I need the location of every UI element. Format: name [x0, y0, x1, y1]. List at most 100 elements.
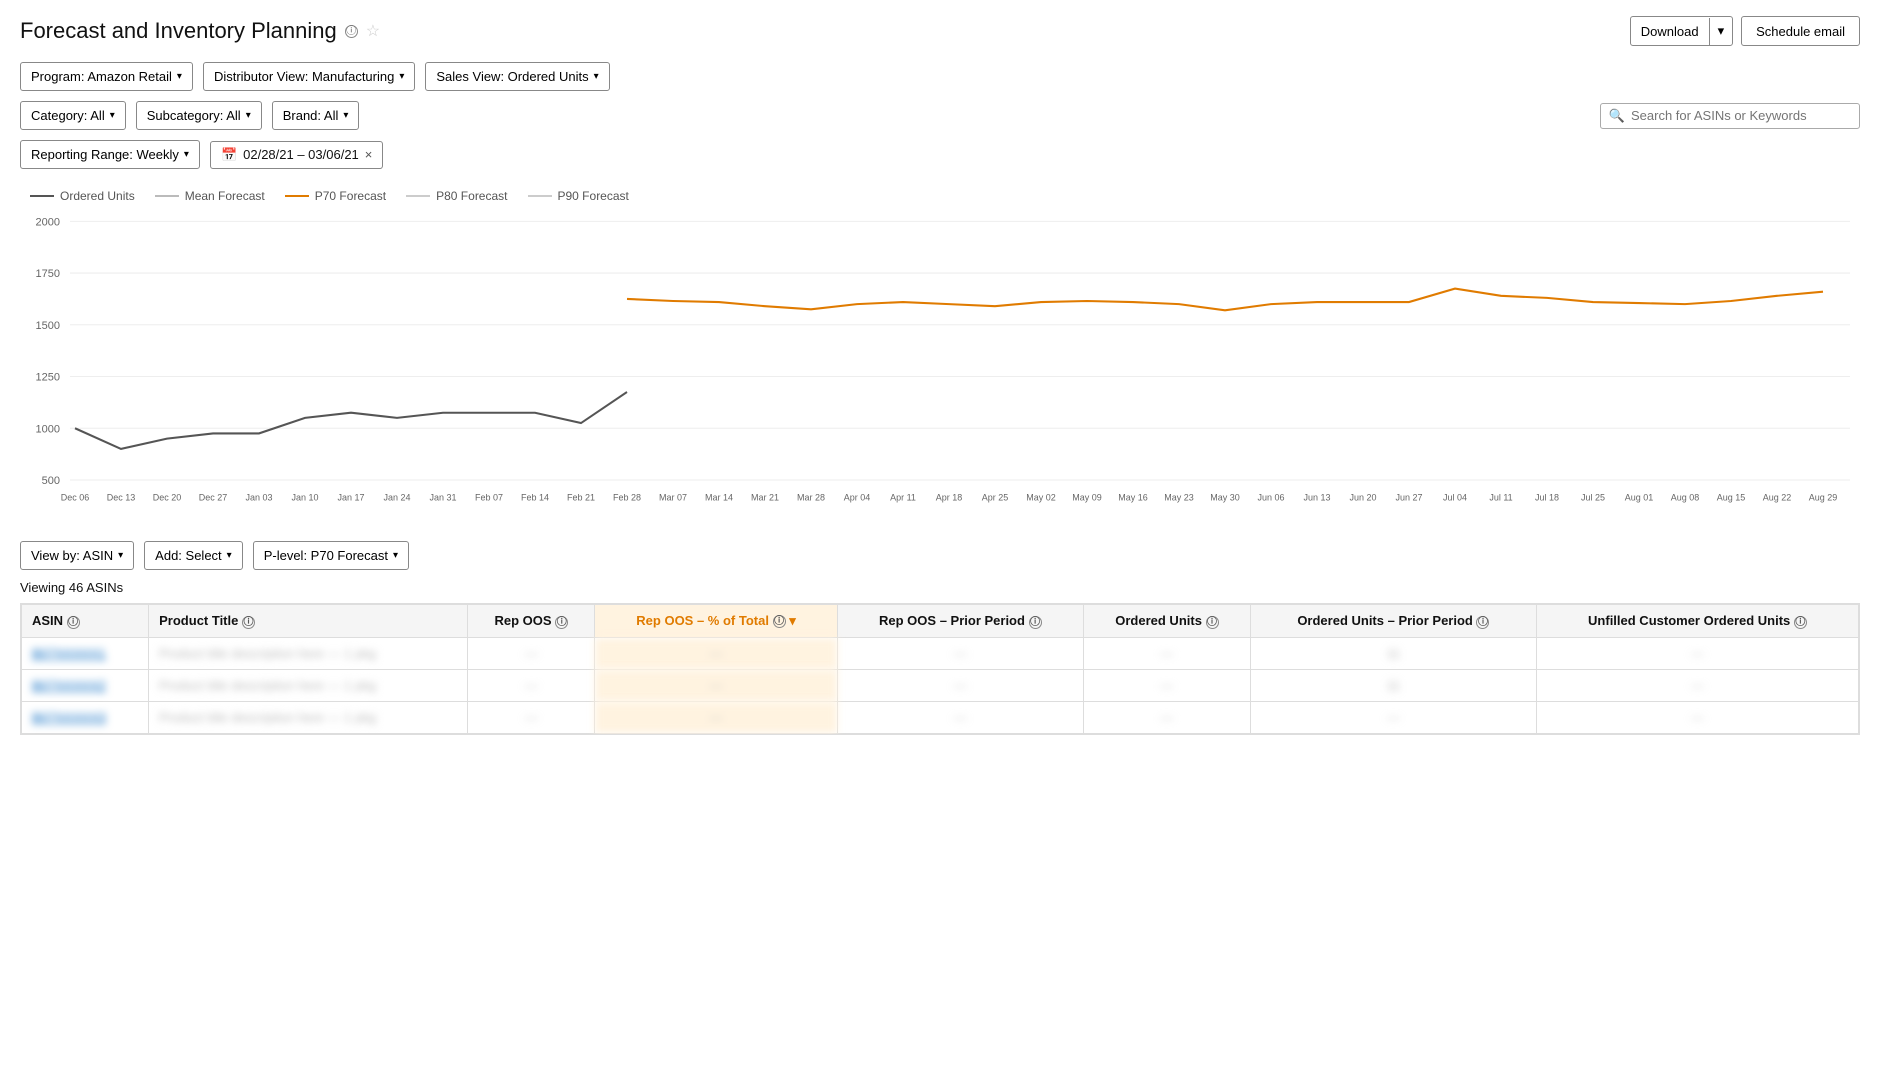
svg-text:Apr 25: Apr 25	[982, 493, 1008, 503]
col-header-rep-oos-pct: Rep OOS – % of Total ⓘ ▾	[595, 605, 837, 638]
svg-text:Dec 06: Dec 06	[61, 493, 89, 503]
svg-text:Feb 21: Feb 21	[567, 493, 595, 503]
col-header-ordered-units-prior: Ordered Units – Prior Period ⓘ	[1250, 605, 1536, 638]
legend-line-mean-forecast	[155, 195, 179, 197]
rep-oos-pct-info-icon[interactable]: ⓘ	[773, 615, 786, 628]
chart-svg: 2000 1750 1500 1250 1000 500 Dec 06 Dec …	[20, 211, 1860, 511]
plevel-caret: ▾	[393, 550, 398, 561]
svg-text:Aug 15: Aug 15	[1717, 493, 1745, 503]
asin-link[interactable]: B07XXXXX2	[32, 678, 106, 693]
ordered-units-prior-cell: 11	[1250, 638, 1536, 670]
plevel-label: P-level: P70 Forecast	[264, 548, 388, 563]
rep-oos-cell: —	[468, 638, 595, 670]
rep-oos-pct-sort-icon[interactable]: ▾	[789, 613, 796, 628]
legend-item-mean-forecast: Mean Forecast	[155, 189, 265, 203]
legend-line-p70-forecast	[285, 195, 309, 197]
date-range-pill[interactable]: 📅 02/28/21 – 03/06/21 ×	[210, 141, 383, 169]
svg-text:Jan 10: Jan 10	[292, 493, 319, 503]
title-info-icon[interactable]: ⓘ	[345, 25, 358, 38]
brand-filter[interactable]: Brand: All ▾	[272, 101, 360, 130]
unfilled-cell: —	[1536, 702, 1858, 734]
title-star-icon[interactable]: ☆	[366, 21, 380, 41]
legend-label-p70-forecast: P70 Forecast	[315, 189, 386, 203]
chart-area: 2000 1750 1500 1250 1000 500 Dec 06 Dec …	[20, 211, 1860, 511]
download-button[interactable]: Download ▾	[1630, 16, 1733, 46]
category-filter[interactable]: Category: All ▾	[20, 101, 126, 130]
program-filter[interactable]: Program: Amazon Retail ▾	[20, 62, 193, 91]
plevel-filter[interactable]: P-level: P70 Forecast ▾	[253, 541, 409, 570]
svg-text:May 30: May 30	[1210, 493, 1239, 503]
ordered-units-info-icon[interactable]: ⓘ	[1206, 616, 1219, 629]
svg-text:1750: 1750	[36, 268, 60, 280]
distributor-filter-label: Distributor View: Manufacturing	[214, 69, 394, 84]
add-caret: ▾	[227, 550, 232, 561]
asin-link[interactable]: B07XXXXX3	[32, 710, 106, 725]
svg-text:Mar 14: Mar 14	[705, 493, 733, 503]
download-arrow-icon[interactable]: ▾	[1710, 17, 1733, 45]
legend-line-ordered-units	[30, 195, 54, 197]
svg-text:Jun 06: Jun 06	[1258, 493, 1285, 503]
distributor-filter-caret: ▾	[399, 71, 404, 82]
program-filter-label: Program: Amazon Retail	[31, 69, 172, 84]
svg-text:Jan 17: Jan 17	[338, 493, 365, 503]
svg-text:2000: 2000	[36, 216, 60, 228]
svg-text:Jan 03: Jan 03	[246, 493, 273, 503]
rep-oos-prior-cell: —	[837, 670, 1083, 702]
product-title-info-icon[interactable]: ⓘ	[242, 616, 255, 629]
unfilled-info-icon[interactable]: ⓘ	[1794, 616, 1807, 629]
subcategory-filter-label: Subcategory: All	[147, 108, 241, 123]
bottom-controls: View by: ASIN ▾ Add: Select ▾ P-level: P…	[20, 541, 1860, 570]
svg-text:Feb 28: Feb 28	[613, 493, 641, 503]
legend-line-p80-forecast	[406, 195, 430, 197]
svg-text:Dec 13: Dec 13	[107, 493, 135, 503]
date-range-clear-icon[interactable]: ×	[365, 147, 373, 162]
asin-link[interactable]: B07XXXXX1	[32, 646, 106, 661]
sales-filter-caret: ▾	[594, 71, 599, 82]
view-by-filter[interactable]: View by: ASIN ▾	[20, 541, 134, 570]
sales-filter-label: Sales View: Ordered Units	[436, 69, 588, 84]
schedule-email-button[interactable]: Schedule email	[1741, 16, 1860, 46]
legend-item-p90-forecast: P90 Forecast	[528, 189, 629, 203]
ordered-units-cell: —	[1083, 638, 1250, 670]
svg-text:Aug 08: Aug 08	[1671, 493, 1699, 503]
svg-text:Feb 14: Feb 14	[521, 493, 549, 503]
rep-oos-prior-info-icon[interactable]: ⓘ	[1029, 616, 1042, 629]
ordered-units-prior-cell: —	[1250, 702, 1536, 734]
reporting-range-filter[interactable]: Reporting Range: Weekly ▾	[20, 140, 200, 169]
svg-text:May 09: May 09	[1072, 493, 1101, 503]
ordered-units-prior-info-icon[interactable]: ⓘ	[1476, 616, 1489, 629]
calendar-icon: 📅	[221, 147, 237, 163]
legend-item-p70-forecast: P70 Forecast	[285, 189, 386, 203]
legend-line-p90-forecast	[528, 195, 552, 197]
legend-label-mean-forecast: Mean Forecast	[185, 189, 265, 203]
svg-text:Jul 25: Jul 25	[1581, 493, 1605, 503]
search-input[interactable]	[1631, 108, 1851, 123]
chart-legend: Ordered Units Mean Forecast P70 Forecast…	[20, 189, 1860, 203]
sales-filter[interactable]: Sales View: Ordered Units ▾	[425, 62, 609, 91]
add-filter[interactable]: Add: Select ▾	[144, 541, 243, 570]
distributor-filter[interactable]: Distributor View: Manufacturing ▾	[203, 62, 415, 91]
ordered-units-cell: —	[1083, 670, 1250, 702]
svg-text:Aug 22: Aug 22	[1763, 493, 1791, 503]
legend-item-p80-forecast: P80 Forecast	[406, 189, 507, 203]
svg-text:Jun 20: Jun 20	[1350, 493, 1377, 503]
svg-text:Jul 04: Jul 04	[1443, 493, 1467, 503]
svg-text:Jun 27: Jun 27	[1396, 493, 1423, 503]
col-header-ordered-units: Ordered Units ⓘ	[1083, 605, 1250, 638]
category-filter-label: Category: All	[31, 108, 105, 123]
rep-oos-info-icon[interactable]: ⓘ	[555, 616, 568, 629]
svg-text:Apr 11: Apr 11	[890, 493, 916, 503]
rep-oos-pct-cell: —	[595, 638, 837, 670]
col-header-product-title: Product Title ⓘ	[149, 605, 468, 638]
svg-text:May 16: May 16	[1118, 493, 1147, 503]
asin-info-icon[interactable]: ⓘ	[67, 616, 80, 629]
reporting-range-caret: ▾	[184, 149, 189, 160]
svg-text:Dec 20: Dec 20	[153, 493, 181, 503]
svg-text:Feb 07: Feb 07	[475, 493, 503, 503]
rep-oos-prior-cell: —	[837, 638, 1083, 670]
subcategory-filter[interactable]: Subcategory: All ▾	[136, 101, 262, 130]
svg-text:May 02: May 02	[1026, 493, 1055, 503]
unfilled-cell: —	[1536, 638, 1858, 670]
svg-text:Jan 31: Jan 31	[430, 493, 457, 503]
data-table: ASIN ⓘ Product Title ⓘ Rep OOS ⓘ Rep OOS…	[20, 603, 1860, 735]
